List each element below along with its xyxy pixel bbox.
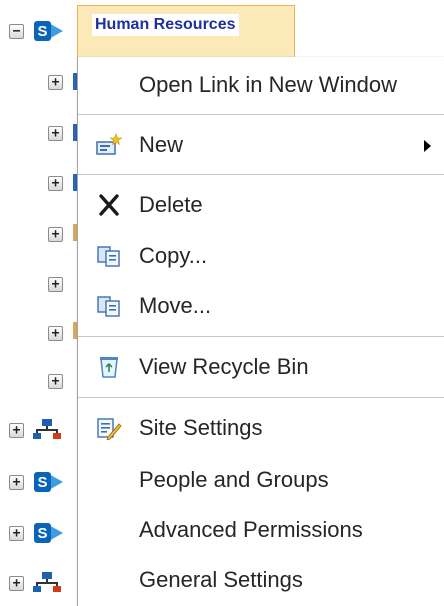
expand-toggle[interactable]: +: [9, 475, 24, 490]
menu-item-label: People and Groups: [139, 467, 329, 492]
root-node-label[interactable]: Human Resources: [92, 14, 239, 36]
menu-separator: [78, 174, 444, 175]
sharepoint-site-icon: S: [34, 472, 63, 492]
expand-toggle[interactable]: +: [48, 227, 63, 242]
expand-toggle[interactable]: +: [48, 326, 63, 341]
subsite-network-icon: [33, 419, 61, 439]
menu-item-label: Copy...: [139, 243, 208, 268]
collapse-toggle[interactable]: −: [9, 24, 24, 39]
menu-item-site-settings[interactable]: Site Settings: [78, 406, 444, 450]
menu-item-label: Open Link in New Window: [139, 72, 398, 97]
expand-toggle[interactable]: +: [48, 374, 63, 389]
delete-x-icon: [99, 194, 119, 216]
sharepoint-site-icon: S: [34, 523, 63, 543]
menu-item-label: Site Settings: [139, 415, 263, 440]
expand-toggle[interactable]: +: [48, 126, 63, 141]
menu-separator: [78, 114, 444, 115]
menu-item-new[interactable]: New: [78, 123, 444, 167]
menu-item-label: Delete: [139, 192, 203, 217]
selected-node-highlight: Human Resources: [77, 5, 295, 57]
menu-item-move[interactable]: Move...: [78, 284, 444, 328]
copy-icon: [97, 246, 120, 267]
menu-item-label: New: [139, 132, 184, 157]
expand-toggle[interactable]: +: [9, 576, 24, 591]
svg-text:S: S: [37, 23, 47, 40]
submenu-arrow-icon: [424, 140, 431, 152]
menu-item-label: Advanced Permissions: [139, 517, 363, 542]
menu-item-label: Move...: [139, 293, 212, 318]
menu-item-label: View Recycle Bin: [139, 354, 309, 379]
recycle-bin-icon: [100, 357, 118, 378]
svg-text:S: S: [37, 474, 47, 491]
expand-toggle[interactable]: +: [48, 75, 63, 90]
menu-item-advanced-permissions[interactable]: Advanced Permissions: [78, 508, 444, 552]
svg-text:S: S: [37, 525, 47, 542]
sharepoint-site-icon: S: [34, 21, 63, 41]
menu-item-people-and-groups[interactable]: People and Groups: [78, 458, 444, 502]
context-menu: Open Link in New Window New Delete Copy.…: [77, 57, 444, 606]
menu-item-copy[interactable]: Copy...: [78, 234, 444, 278]
site-settings-icon: [97, 418, 122, 440]
subsite-network-icon: [33, 572, 61, 592]
menu-item-general-settings[interactable]: General Settings: [78, 558, 444, 602]
menu-item-label: General Settings: [139, 567, 303, 592]
menu-separator: [78, 336, 444, 337]
menu-separator: [78, 397, 444, 398]
menu-item-delete[interactable]: Delete: [78, 183, 444, 227]
new-item-icon: [96, 133, 122, 155]
move-icon: [97, 296, 120, 317]
menu-item-open-link-new-window[interactable]: Open Link in New Window: [78, 63, 444, 107]
expand-toggle[interactable]: +: [9, 423, 24, 438]
expand-toggle[interactable]: +: [48, 176, 63, 191]
expand-toggle[interactable]: +: [9, 526, 24, 541]
menu-item-view-recycle-bin[interactable]: View Recycle Bin: [78, 345, 444, 389]
expand-toggle[interactable]: +: [48, 277, 63, 292]
